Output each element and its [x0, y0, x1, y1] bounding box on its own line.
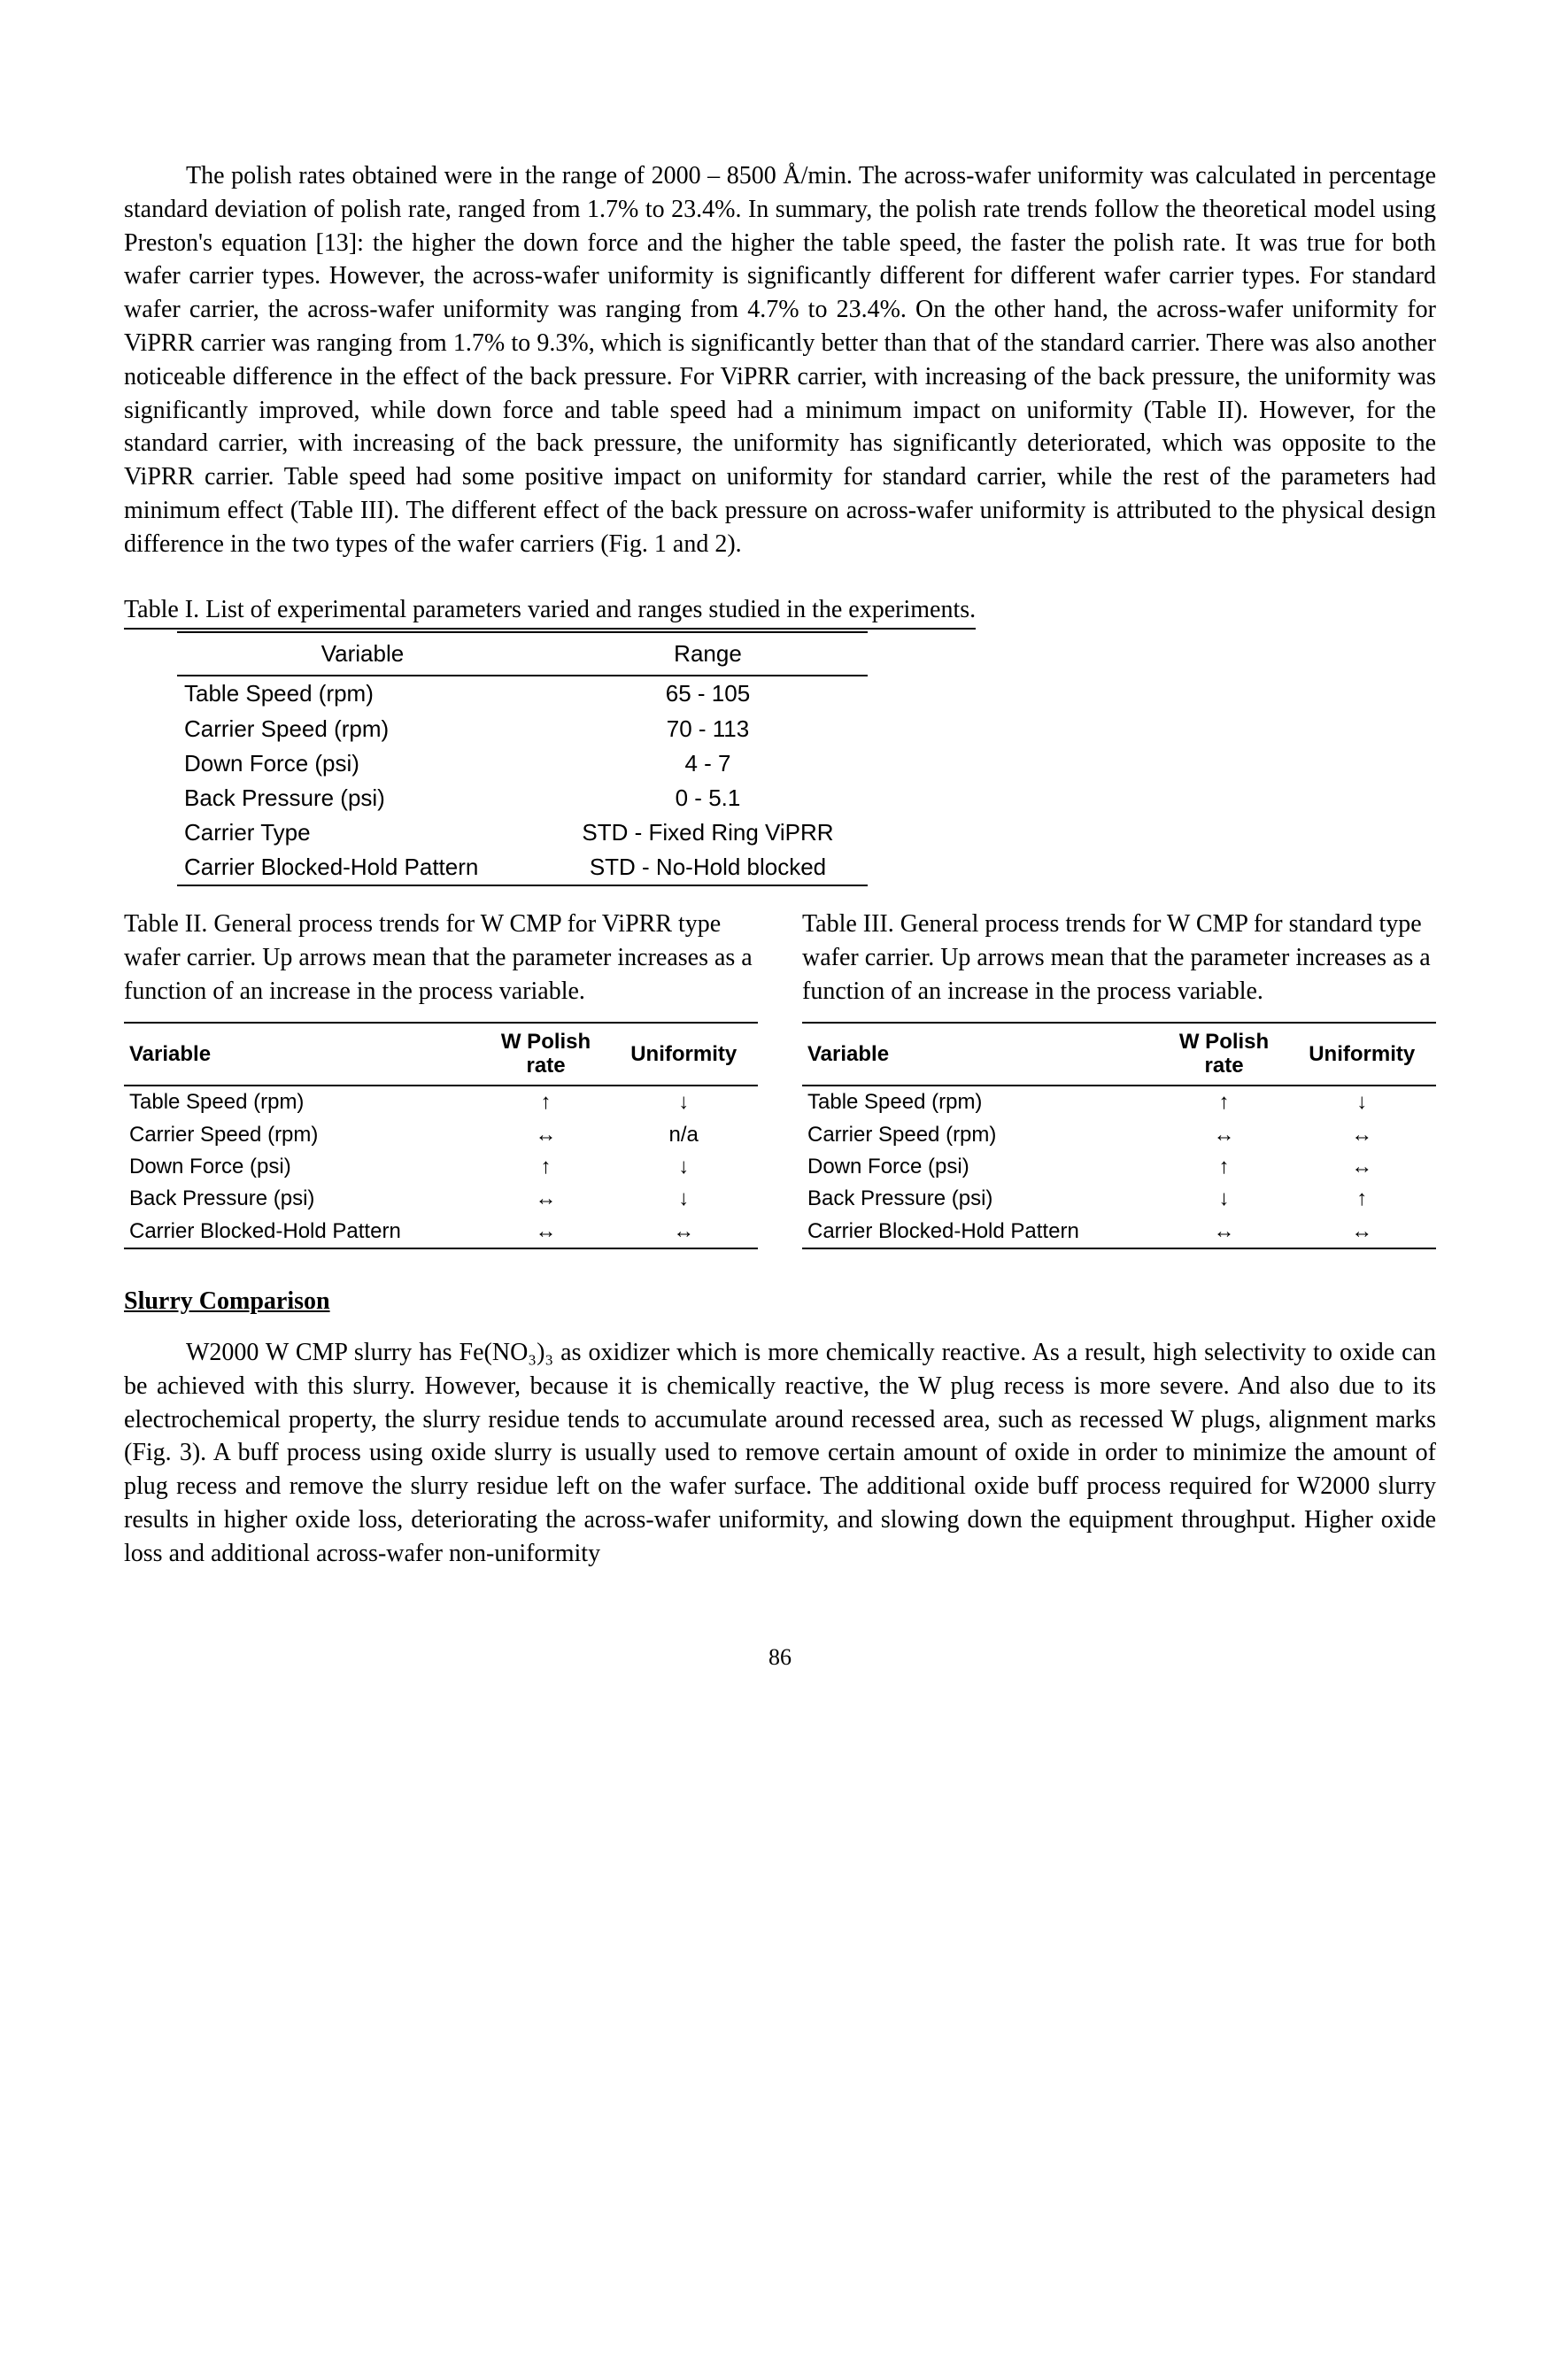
cell-var: Table Speed (rpm)	[124, 1086, 483, 1118]
cell-range: STD - No-Hold blocked	[548, 850, 868, 885]
cell-unif: n/a	[609, 1119, 758, 1151]
cell-var: Down Force (psi)	[177, 746, 548, 781]
cell-var: Carrier Speed (rpm)	[177, 712, 548, 746]
cell-range: 70 - 113	[548, 712, 868, 746]
table1-header-range: Range	[548, 632, 868, 676]
cell-rate: ↔	[1161, 1216, 1288, 1248]
table2-caption: Table II. General process trends for W C…	[124, 908, 758, 1008]
table-row: Table Speed (rpm) 65 - 105	[177, 676, 868, 711]
table-row: Carrier Blocked-Hold Pattern ↔ ↔	[124, 1216, 758, 1248]
cell-unif: ↓	[609, 1086, 758, 1118]
cell-var: Down Force (psi)	[802, 1151, 1161, 1183]
table2-header-unif: Uniformity	[609, 1023, 758, 1086]
cell-rate: ↔	[483, 1183, 610, 1215]
table-row: Table Speed (rpm) ↑ ↓	[802, 1086, 1436, 1118]
cell-unif: ↑	[1287, 1183, 1436, 1215]
table3-header-rate: W Polishrate	[1161, 1023, 1288, 1086]
cell-range: STD - Fixed Ring ViPRR	[548, 815, 868, 850]
cell-var: Carrier Speed (rpm)	[124, 1119, 483, 1151]
cell-rate: ↑	[1161, 1086, 1288, 1118]
table-row: Carrier Blocked-Hold Pattern STD - No-Ho…	[177, 850, 868, 885]
table-3: Variable W Polishrate Uniformity Table S…	[802, 1022, 1436, 1249]
cell-var: Carrier Blocked-Hold Pattern	[177, 850, 548, 885]
cell-var: Back Pressure (psi)	[124, 1183, 483, 1215]
cell-var: Down Force (psi)	[124, 1151, 483, 1183]
cell-rate: ↑	[483, 1086, 610, 1118]
cell-var: Carrier Type	[177, 815, 548, 850]
cell-var: Carrier Speed (rpm)	[802, 1119, 1161, 1151]
table-row: Back Pressure (psi) ↓ ↑	[802, 1183, 1436, 1215]
cell-unif: ↔	[1287, 1216, 1436, 1248]
cell-unif: ↓	[1287, 1086, 1436, 1118]
table-row: Carrier Speed (rpm) 70 - 113	[177, 712, 868, 746]
table1-title: Table I. List of experimental parameters…	[124, 593, 976, 630]
table-row: Carrier Speed (rpm) ↔ ↔	[802, 1119, 1436, 1151]
cell-rate: ↑	[483, 1151, 610, 1183]
table-row: Carrier Blocked-Hold Pattern ↔ ↔	[802, 1216, 1436, 1248]
table-row: Carrier Speed (rpm) ↔ n/a	[124, 1119, 758, 1151]
page-number: 86	[124, 1642, 1436, 1673]
table-row: Down Force (psi) 4 - 7	[177, 746, 868, 781]
cell-var: Carrier Blocked-Hold Pattern	[124, 1216, 483, 1248]
cell-range: 4 - 7	[548, 746, 868, 781]
cell-var: Back Pressure (psi)	[802, 1183, 1161, 1215]
cell-var: Back Pressure (psi)	[177, 781, 548, 815]
cell-range: 0 - 5.1	[548, 781, 868, 815]
cell-unif: ↔	[1287, 1151, 1436, 1183]
section-heading-slurry: Slurry Comparison	[124, 1285, 1436, 1318]
table-row: Table Speed (rpm) ↑ ↓	[124, 1086, 758, 1118]
table3-header-unif: Uniformity	[1287, 1023, 1436, 1086]
table2-header-var: Variable	[124, 1023, 483, 1086]
cell-unif: ↓	[609, 1151, 758, 1183]
table1-header-var: Variable	[177, 632, 548, 676]
table-row: Down Force (psi) ↑ ↓	[124, 1151, 758, 1183]
table-row: Back Pressure (psi) 0 - 5.1	[177, 781, 868, 815]
paragraph-2: W2000 W CMP slurry has Fe(NO₃)₃ as oxidi…	[124, 1336, 1436, 1571]
cell-unif: ↓	[609, 1183, 758, 1215]
table3-header-var: Variable	[802, 1023, 1161, 1086]
cell-range: 65 - 105	[548, 676, 868, 711]
table-row: Back Pressure (psi) ↔ ↓	[124, 1183, 758, 1215]
cell-rate: ↔	[483, 1216, 610, 1248]
cell-var: Carrier Blocked-Hold Pattern	[802, 1216, 1161, 1248]
table-2: Variable W Polishrate Uniformity Table S…	[124, 1022, 758, 1249]
paragraph-1: The polish rates obtained were in the ra…	[124, 159, 1436, 561]
table3-caption: Table III. General process trends for W …	[802, 908, 1436, 1008]
cell-unif: ↔	[609, 1216, 758, 1248]
table3-column: Table III. General process trends for W …	[802, 908, 1436, 1249]
cell-var: Table Speed (rpm)	[177, 676, 548, 711]
cell-rate: ↔	[483, 1119, 610, 1151]
table2-column: Table II. General process trends for W C…	[124, 908, 758, 1249]
cell-rate: ↔	[1161, 1119, 1288, 1151]
cell-rate: ↑	[1161, 1151, 1288, 1183]
cell-rate: ↓	[1161, 1183, 1288, 1215]
table-1: Variable Range Table Speed (rpm) 65 - 10…	[177, 631, 868, 886]
table-row: Down Force (psi) ↑ ↔	[802, 1151, 1436, 1183]
table2-header-rate: W Polishrate	[483, 1023, 610, 1086]
cell-unif: ↔	[1287, 1119, 1436, 1151]
table-row: Carrier Type STD - Fixed Ring ViPRR	[177, 815, 868, 850]
cell-var: Table Speed (rpm)	[802, 1086, 1161, 1118]
